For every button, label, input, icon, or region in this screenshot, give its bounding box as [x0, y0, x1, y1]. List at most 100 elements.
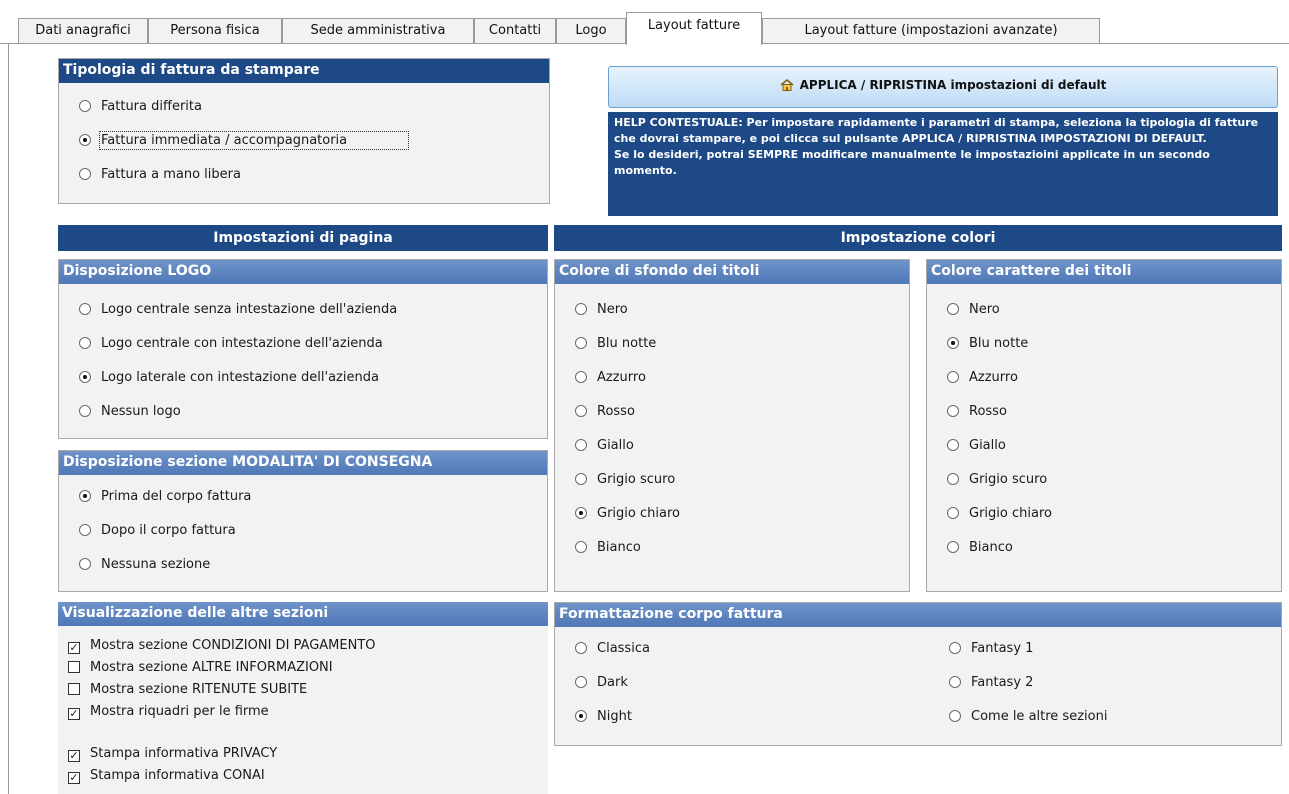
radio-button[interactable] [79, 303, 91, 315]
radio-carattere-giallo[interactable]: Giallo [947, 436, 1006, 456]
radio-dopo-corpo[interactable]: Dopo il corpo fattura [79, 521, 236, 541]
radio-sfondo-grigio-scuro[interactable]: Grigio scuro [575, 470, 675, 490]
radio-button[interactable] [947, 473, 959, 485]
radio-button[interactable] [947, 541, 959, 553]
disposizione-logo-group: Disposizione LOGO Logo centrale senza in… [58, 259, 548, 439]
formattazione-group: Formattazione corpo fattura Classica Dar… [554, 602, 1282, 746]
radio-sfondo-blu-notte[interactable]: Blu notte [575, 334, 656, 354]
radio-logo-laterale[interactable]: Logo laterale con intestazione dell'azie… [79, 368, 379, 388]
radio-button[interactable] [79, 168, 91, 180]
radio-button[interactable] [575, 507, 587, 519]
disposizione-logo-title: Disposizione LOGO [59, 260, 547, 284]
modalita-consegna-title: Disposizione sezione MODALITA' DI CONSEG… [59, 451, 547, 475]
radio-logo-centrale-senza[interactable]: Logo centrale senza intestazione dell'az… [79, 300, 397, 320]
radio-sfondo-grigio-chiaro[interactable]: Grigio chiaro [575, 504, 680, 524]
radio-button[interactable] [947, 303, 959, 315]
impostazioni-pagina-header: Impostazioni di pagina [58, 225, 548, 251]
radio-fantasy-2[interactable]: Fantasy 2 [949, 673, 1033, 693]
radio-carattere-bianco[interactable]: Bianco [947, 538, 1013, 558]
tab-contatti[interactable]: Contatti [474, 18, 556, 44]
radio-classica[interactable]: Classica [575, 639, 650, 659]
radio-sfondo-giallo[interactable]: Giallo [575, 436, 634, 456]
tab-logo[interactable]: Logo [556, 18, 626, 44]
checkbox[interactable] [68, 661, 80, 673]
checkbox[interactable]: ✓ [68, 642, 80, 654]
check-altre-informazioni[interactable]: Mostra sezione ALTRE INFORMAZIONI [68, 658, 333, 678]
radio-button[interactable] [949, 676, 961, 688]
radio-button[interactable] [575, 642, 587, 654]
radio-button[interactable] [947, 405, 959, 417]
radio-carattere-blu-notte[interactable]: Blu notte [947, 334, 1028, 354]
radio-button[interactable] [575, 303, 587, 315]
altre-sezioni-group: Visualizzazione delle altre sezioni ✓ Mos… [58, 602, 548, 794]
help-box: HELP CONTESTUALE: Per impostare rapidame… [608, 112, 1278, 216]
radio-button[interactable] [79, 405, 91, 417]
tab-bar: Dati anagrafici Persona fisica Sede ammi… [0, 0, 1289, 45]
radio-carattere-rosso[interactable]: Rosso [947, 402, 1007, 422]
check-informativa-conai[interactable]: ✓ Stampa informativa CONAI [68, 766, 265, 786]
radio-button[interactable] [575, 405, 587, 417]
radio-button[interactable] [79, 490, 91, 502]
checkbox[interactable]: ✓ [68, 750, 80, 762]
radio-carattere-grigio-chiaro[interactable]: Grigio chiaro [947, 504, 1052, 524]
radio-carattere-nero[interactable]: Nero [947, 300, 1000, 320]
radio-button[interactable] [575, 439, 587, 451]
checkbox[interactable]: ✓ [68, 708, 80, 720]
colore-sfondo-title: Colore di sfondo dei titoli [555, 260, 909, 284]
radio-button[interactable] [79, 371, 91, 383]
radio-button[interactable] [575, 541, 587, 553]
tab-dati-anagrafici[interactable]: Dati anagrafici [18, 18, 148, 44]
tab-sede-amministrativa[interactable]: Sede amministrativa [282, 18, 474, 44]
radio-nessuna-sezione[interactable]: Nessuna sezione [79, 555, 210, 575]
colore-sfondo-group: Colore di sfondo dei titoli Nero Blu not… [554, 259, 910, 592]
radio-button[interactable] [949, 642, 961, 654]
tipologia-title: Tipologia di fattura da stampare [59, 59, 549, 83]
home-icon [780, 79, 794, 91]
radio-carattere-azzurro[interactable]: Azzurro [947, 368, 1018, 388]
radio-button[interactable] [79, 100, 91, 112]
radio-button[interactable] [79, 524, 91, 536]
radio-button[interactable] [575, 710, 587, 722]
radio-dark[interactable]: Dark [575, 673, 628, 693]
radio-button[interactable] [949, 710, 961, 722]
check-ritenute-subite[interactable]: Mostra sezione RITENUTE SUBITE [68, 680, 307, 700]
radio-come-altre-sezioni[interactable]: Come le altre sezioni [949, 707, 1107, 727]
modalita-consegna-group: Disposizione sezione MODALITA' DI CONSEG… [58, 450, 548, 592]
radio-button[interactable] [947, 507, 959, 519]
tab-layout-fatture[interactable]: Layout fatture [626, 12, 762, 45]
radio-night[interactable]: Night [575, 707, 632, 727]
radio-button[interactable] [947, 439, 959, 451]
checkbox[interactable]: ✓ [68, 772, 80, 784]
radio-button[interactable] [79, 337, 91, 349]
radio-sfondo-rosso[interactable]: Rosso [575, 402, 635, 422]
check-riquadri-firme[interactable]: ✓ Mostra riquadri per le firme [68, 702, 269, 722]
radio-sfondo-azzurro[interactable]: Azzurro [575, 368, 646, 388]
radio-button[interactable] [79, 558, 91, 570]
apply-default-button[interactable]: APPLICA / RIPRISTINA impostazioni di def… [608, 66, 1278, 108]
radio-fattura-differita[interactable]: Fattura differita [79, 97, 202, 117]
radio-button[interactable] [947, 337, 959, 349]
radio-button[interactable] [947, 371, 959, 383]
radio-nessun-logo[interactable]: Nessun logo [79, 402, 181, 422]
radio-button[interactable] [575, 337, 587, 349]
radio-fattura-mano-libera[interactable]: Fattura a mano libera [79, 165, 241, 185]
checkbox[interactable] [68, 683, 80, 695]
radio-sfondo-bianco[interactable]: Bianco [575, 538, 641, 558]
check-informativa-privacy[interactable]: ✓ Stampa informativa PRIVACY [68, 744, 277, 764]
radio-button[interactable] [575, 676, 587, 688]
help-text-2: Se lo desideri, potrai SEMPRE modificare… [614, 148, 1210, 177]
radio-button[interactable] [575, 473, 587, 485]
tab-layout-fatture-avanzate[interactable]: Layout fatture (impostazioni avanzate) [762, 18, 1100, 44]
radio-logo-centrale-con[interactable]: Logo centrale con intestazione dell'azie… [79, 334, 383, 354]
radio-carattere-grigio-scuro[interactable]: Grigio scuro [947, 470, 1047, 490]
radio-button[interactable] [575, 371, 587, 383]
radio-button[interactable] [79, 134, 91, 146]
radio-sfondo-nero[interactable]: Nero [575, 300, 628, 320]
altre-sezioni-title: Visualizzazione delle altre sezioni [58, 602, 548, 626]
check-condizioni-pagamento[interactable]: ✓ Mostra sezione CONDIZIONI DI PAGAMENTO [68, 636, 376, 656]
tab-persona-fisica[interactable]: Persona fisica [148, 18, 282, 44]
radio-prima-corpo[interactable]: Prima del corpo fattura [79, 487, 251, 507]
radio-fantasy-1[interactable]: Fantasy 1 [949, 639, 1033, 659]
radio-fattura-immediata[interactable]: Fattura immediata / accompagnatoria [79, 131, 410, 151]
tipologia-group: Tipologia di fattura da stampare Fattura… [58, 58, 550, 204]
